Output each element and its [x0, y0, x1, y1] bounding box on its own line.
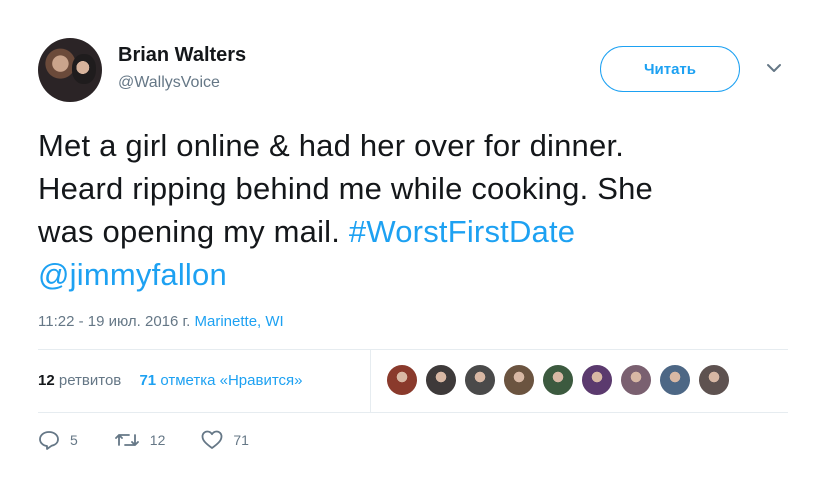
liker-avatar-6[interactable] [581, 364, 613, 396]
liker-avatar-8[interactable] [659, 364, 691, 396]
divider-top [38, 349, 788, 350]
tweet-line-3-text: was opening my mail. [38, 214, 349, 249]
author-avatar[interactable] [38, 38, 102, 102]
tweet-line-3: was opening my mail. #WorstFirstDate [38, 210, 798, 253]
heart-icon [201, 430, 223, 449]
liker-avatar-3[interactable] [464, 364, 496, 396]
retweet-button[interactable]: 12 [114, 430, 166, 450]
tweet-line-2: Heard ripping behind me while cooking. S… [38, 171, 653, 206]
like-button[interactable]: 71 [201, 430, 249, 450]
liker-avatar-9[interactable] [698, 364, 730, 396]
author-handle[interactable]: @WallysVoice [118, 74, 220, 92]
retweets-label: ретвитов [58, 372, 122, 389]
like-count: 71 [233, 432, 249, 448]
hashtag-link[interactable]: #WorstFirstDate [349, 214, 575, 249]
divider-bottom [38, 412, 788, 413]
liker-avatar-5[interactable] [542, 364, 574, 396]
tweet-meta: 11:22 - 19 июл. 2016 г. Marinette, WI [38, 313, 284, 330]
liker-avatar-2[interactable] [425, 364, 457, 396]
tweet-line-1: Met a girl online & had her over for din… [38, 128, 625, 163]
follow-button[interactable]: Читать [600, 46, 740, 92]
retweet-count: 12 [149, 432, 166, 448]
liker-avatar-4[interactable] [503, 364, 535, 396]
retweet-icon [114, 434, 139, 446]
mention-link[interactable]: @jimmyfallon [38, 257, 227, 292]
likers-list [386, 364, 737, 398]
tweet-stats: 12 ретвитов 71 отметка «Нравится» [38, 372, 317, 389]
author-name[interactable]: Brian Walters [118, 44, 246, 67]
tweet-timestamp[interactable]: 11:22 - 19 июл. 2016 г. [38, 313, 190, 330]
tweet-text: Met a girl online & had her over for din… [38, 124, 798, 296]
chevron-down-icon[interactable] [764, 58, 784, 78]
reply-icon [39, 431, 59, 450]
tweet-actions: 5 12 71 [38, 430, 285, 450]
reply-button[interactable]: 5 [38, 430, 78, 450]
liker-avatar-7[interactable] [620, 364, 652, 396]
retweets-stat[interactable]: 12 ретвитов [38, 372, 121, 389]
likes-label: отметка «Нравится» [160, 372, 303, 389]
reply-count: 5 [70, 432, 78, 448]
retweets-count: 12 [38, 372, 55, 389]
likes-count: 71 [139, 372, 157, 389]
liker-avatar-1[interactable] [386, 364, 418, 396]
stats-divider [370, 350, 371, 412]
likes-stat[interactable]: 71 отметка «Нравится» [139, 372, 302, 389]
tweet-location[interactable]: Marinette, WI [195, 313, 284, 330]
